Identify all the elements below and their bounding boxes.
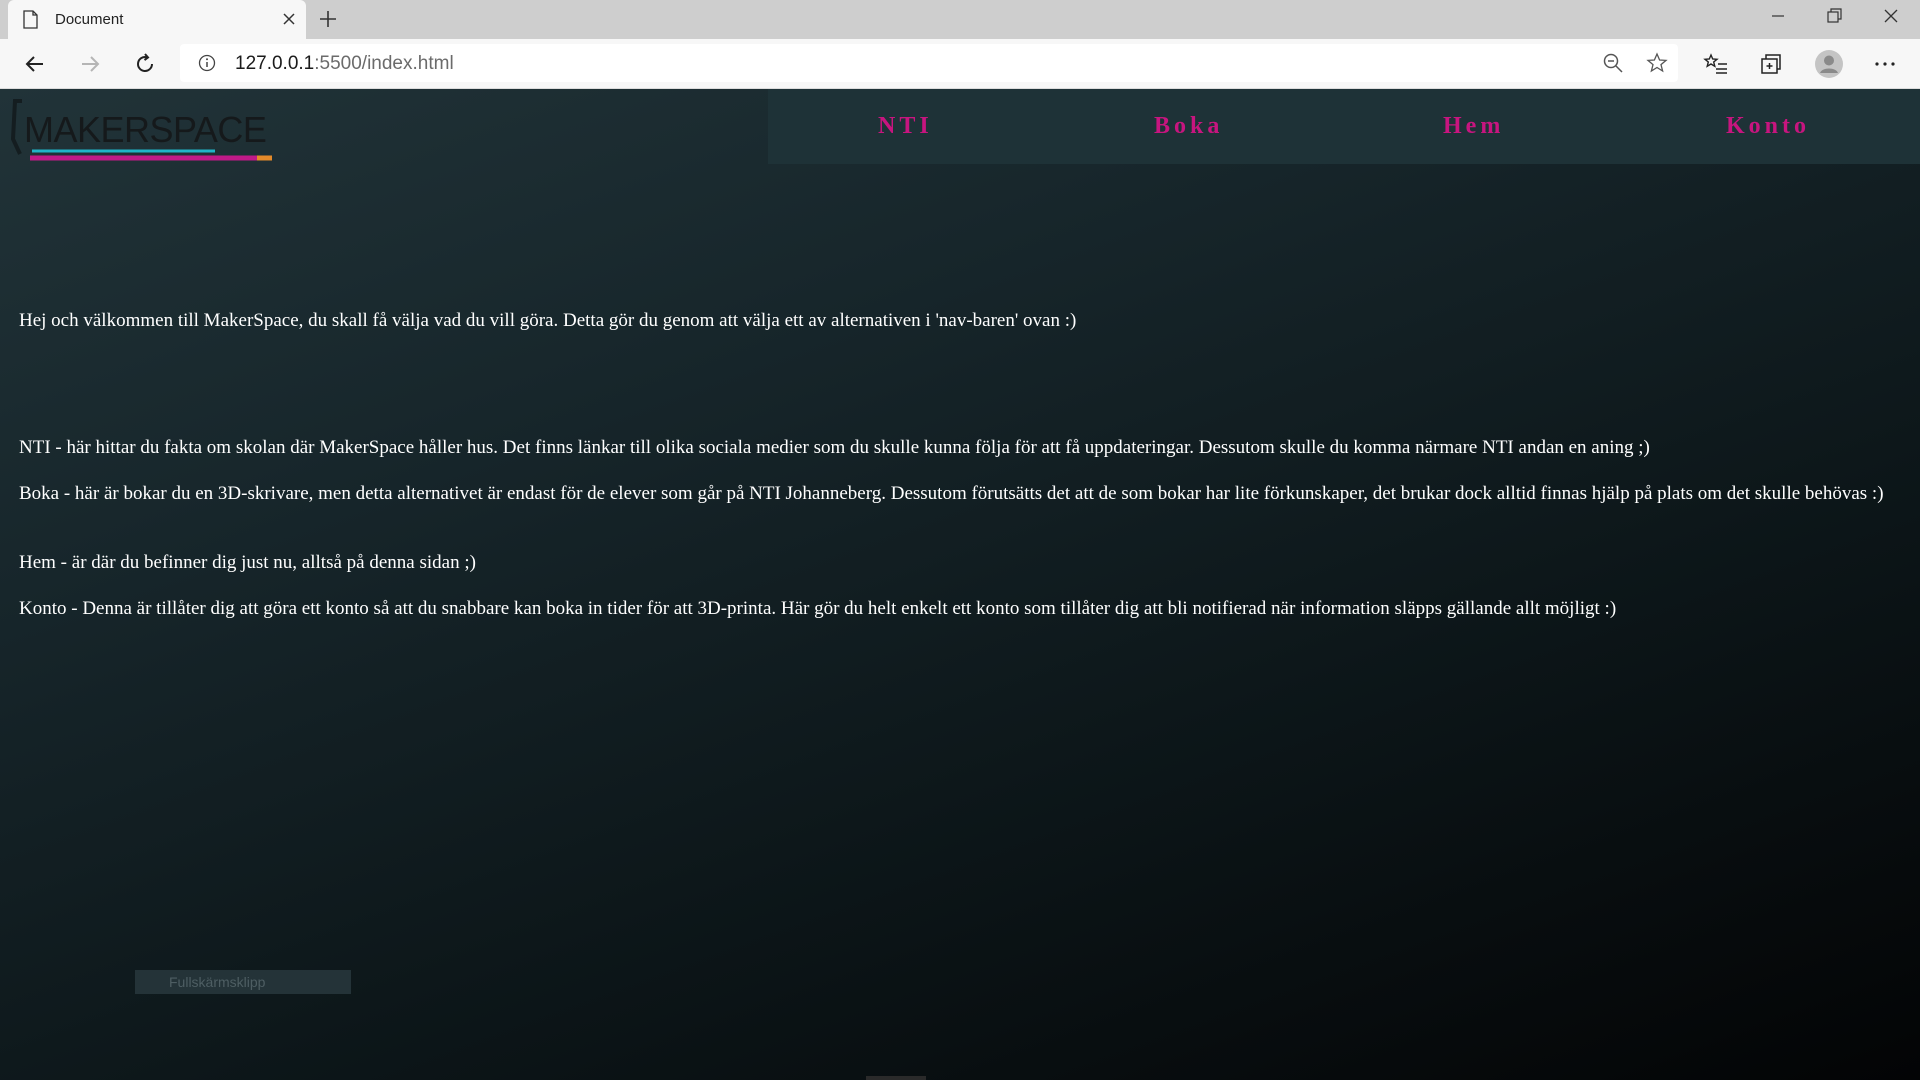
scroll-indicator <box>866 1076 926 1080</box>
collections-icon[interactable] <box>1758 51 1784 77</box>
description-nti: NTI - här hittar du fakta om skolan där … <box>19 437 1650 458</box>
makerspace-logo[interactable]: MAKERSPACE <box>10 99 275 164</box>
tab-strip: Document <box>0 0 1920 39</box>
nav-link-boka[interactable]: Boka <box>1154 113 1223 140</box>
back-arrow-icon[interactable] <box>22 51 48 77</box>
restore-icon[interactable] <box>1823 5 1845 27</box>
forward-arrow-icon[interactable] <box>77 51 103 77</box>
new-tab-icon[interactable] <box>317 8 339 30</box>
refresh-icon[interactable] <box>132 51 158 77</box>
browser-tab[interactable]: Document <box>8 0 306 39</box>
close-tab-icon[interactable] <box>280 10 298 28</box>
description-hem: Hem - är där du befinner dig just nu, al… <box>19 552 476 573</box>
logo-text: MAKERSPACE <box>24 109 266 150</box>
navbar: NTI Boka Hem Konto <box>768 89 1920 164</box>
zoom-icon[interactable] <box>1602 52 1624 74</box>
description-boka: Boka - här är bokar du en 3D-skrivare, m… <box>19 483 1884 504</box>
fullscreen-snip-label: Fullskärmsklipp <box>135 970 351 994</box>
document-icon <box>23 10 38 29</box>
intro-text: Hej och välkommen till MakerSpace, du sk… <box>19 310 1077 331</box>
close-window-icon[interactable] <box>1880 5 1902 27</box>
address-bar[interactable]: 127.0.0.1:5500/index.html <box>180 44 1678 82</box>
url-text[interactable]: 127.0.0.1:5500/index.html <box>235 53 454 75</box>
nav-link-hem[interactable]: Hem <box>1443 113 1504 140</box>
favorite-star-icon[interactable] <box>1646 52 1668 74</box>
description-konto: Konto - Denna är tillåter dig att göra e… <box>19 598 1617 619</box>
nav-link-konto[interactable]: Konto <box>1726 113 1810 140</box>
nav-link-nti[interactable]: NTI <box>878 113 933 140</box>
url-path: :5500/index.html <box>314 53 454 74</box>
more-options-icon[interactable] <box>1872 51 1898 77</box>
profile-avatar-icon[interactable] <box>1814 49 1844 79</box>
favorites-list-icon[interactable] <box>1703 51 1729 77</box>
minimize-icon[interactable] <box>1767 5 1789 27</box>
page-viewport: MAKERSPACE NTI Boka Hem Konto Hej och vä… <box>0 89 1920 1080</box>
site-info-icon[interactable] <box>198 54 216 72</box>
browser-toolbar: 127.0.0.1:5500/index.html <box>0 39 1920 89</box>
tab-title: Document <box>55 11 124 28</box>
url-host: 127.0.0.1 <box>235 53 315 74</box>
